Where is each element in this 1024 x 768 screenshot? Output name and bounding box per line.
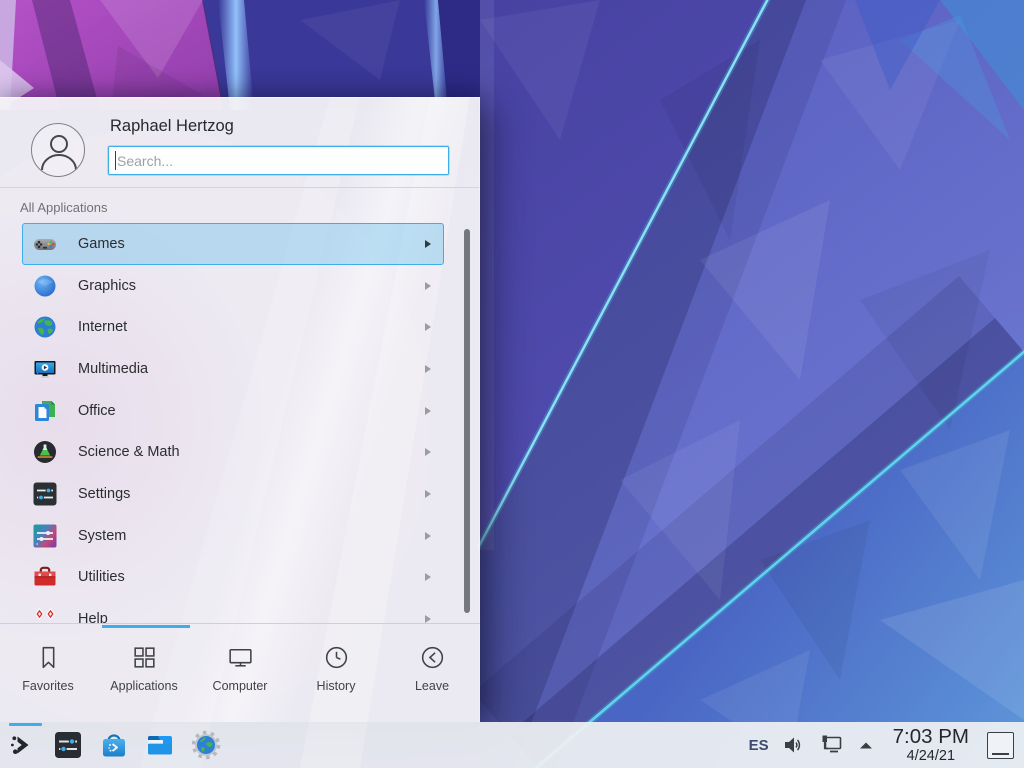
submenu-arrow-icon bbox=[425, 407, 431, 415]
taskbar-app-system-settings[interactable] bbox=[50, 726, 86, 764]
user-avatar[interactable] bbox=[31, 123, 85, 177]
category-label: Games bbox=[78, 236, 125, 252]
submenu-arrow-icon bbox=[425, 365, 431, 373]
tab-icon bbox=[322, 643, 351, 672]
category-icon bbox=[32, 606, 58, 623]
taskbar-apps bbox=[4, 726, 234, 764]
category-item-multimedia[interactable]: Multimedia bbox=[22, 348, 444, 390]
category-item-science-math[interactable]: Science & Math bbox=[22, 431, 444, 473]
active-tab-indicator bbox=[102, 625, 190, 628]
tab-label: Computer bbox=[213, 679, 268, 693]
launcher-footer: Favorites Applications Computer History … bbox=[0, 623, 480, 722]
taskbar-app-application-launcher[interactable] bbox=[4, 726, 40, 764]
tab-icon bbox=[130, 643, 159, 672]
category-icon bbox=[32, 523, 58, 549]
category-icon bbox=[32, 398, 58, 424]
tab-label: Applications bbox=[110, 679, 177, 693]
tab-label: Leave bbox=[415, 679, 449, 693]
tab-history[interactable]: History bbox=[288, 643, 384, 722]
category-icon bbox=[32, 356, 58, 382]
category-label: Settings bbox=[78, 486, 130, 502]
taskbar: ES 7:03 PM 4/24/21 bbox=[0, 722, 1024, 768]
category-icon bbox=[32, 314, 58, 340]
section-label: All Applications bbox=[20, 200, 107, 215]
category-item-internet[interactable]: Internet bbox=[22, 306, 444, 348]
submenu-arrow-icon bbox=[425, 532, 431, 540]
category-label: Science & Math bbox=[78, 444, 180, 460]
clock-time: 7:03 PM bbox=[893, 727, 969, 748]
list-scrollbar[interactable] bbox=[464, 229, 470, 613]
category-item-settings[interactable]: Settings bbox=[22, 473, 444, 515]
digital-clock[interactable]: 7:03 PM 4/24/21 bbox=[893, 727, 969, 764]
network-icon[interactable] bbox=[819, 735, 843, 755]
footer-tabs: Favorites Applications Computer History … bbox=[0, 624, 480, 722]
tab-leave[interactable]: Leave bbox=[384, 643, 480, 722]
category-label: Internet bbox=[78, 319, 127, 335]
submenu-arrow-icon bbox=[425, 282, 431, 290]
submenu-arrow-icon bbox=[425, 240, 431, 248]
taskbar-app-icon bbox=[53, 730, 83, 760]
category-label: System bbox=[78, 528, 126, 544]
category-label: Graphics bbox=[78, 278, 136, 294]
taskbar-app-web-browser[interactable] bbox=[188, 726, 224, 764]
category-item-utilities[interactable]: Utilities bbox=[22, 557, 444, 599]
tab-label: Favorites bbox=[22, 679, 73, 693]
category-icon bbox=[32, 439, 58, 465]
taskbar-app-icon bbox=[99, 730, 129, 760]
category-label: Office bbox=[78, 403, 116, 419]
taskbar-app-file-manager[interactable] bbox=[142, 726, 178, 764]
keyboard-layout-indicator[interactable]: ES bbox=[749, 737, 769, 754]
tab-computer[interactable]: Computer bbox=[192, 643, 288, 722]
tab-icon bbox=[418, 643, 447, 672]
tab-label: History bbox=[317, 679, 356, 693]
volume-icon[interactable] bbox=[783, 735, 805, 755]
category-label: Multimedia bbox=[78, 361, 148, 377]
submenu-arrow-icon bbox=[425, 573, 431, 581]
tab-icon bbox=[34, 643, 63, 672]
header-divider bbox=[0, 187, 479, 188]
category-label: Help bbox=[78, 611, 108, 623]
text-cursor bbox=[115, 151, 116, 170]
application-launcher-popup: Raphael Hertzog All Applications Games G… bbox=[0, 97, 480, 722]
submenu-arrow-icon bbox=[425, 323, 431, 331]
taskbar-app-icon bbox=[191, 730, 221, 760]
submenu-arrow-icon bbox=[425, 448, 431, 456]
submenu-arrow-icon bbox=[425, 490, 431, 498]
system-tray: ES 7:03 PM 4/24/21 bbox=[749, 727, 1016, 764]
user-name: Raphael Hertzog bbox=[110, 117, 234, 136]
category-item-games[interactable]: Games bbox=[22, 223, 444, 265]
application-list: Games Graphics Internet Multimedia Offic… bbox=[0, 223, 480, 623]
tab-favorites[interactable]: Favorites bbox=[0, 643, 96, 722]
clock-date: 4/24/21 bbox=[893, 749, 969, 764]
desktop: Raphael Hertzog All Applications Games G… bbox=[0, 0, 1024, 768]
tab-icon bbox=[226, 643, 255, 672]
user-icon bbox=[32, 124, 85, 177]
show-desktop-button[interactable] bbox=[987, 732, 1014, 759]
taskbar-app-icon bbox=[7, 730, 37, 760]
category-icon bbox=[32, 481, 58, 507]
category-item-office[interactable]: Office bbox=[22, 390, 444, 432]
category-item-help[interactable]: Help bbox=[22, 598, 444, 623]
submenu-arrow-icon bbox=[425, 615, 431, 623]
taskbar-app-discover[interactable] bbox=[96, 726, 132, 764]
expand-tray-caret-icon[interactable] bbox=[857, 739, 875, 751]
search-input[interactable] bbox=[108, 146, 449, 175]
category-icon bbox=[32, 231, 58, 257]
category-label: Utilities bbox=[78, 569, 125, 585]
category-icon bbox=[32, 273, 58, 299]
category-item-system[interactable]: System bbox=[22, 515, 444, 557]
category-icon bbox=[32, 564, 58, 590]
category-item-graphics[interactable]: Graphics bbox=[22, 265, 444, 307]
taskbar-app-icon bbox=[145, 730, 175, 760]
tab-applications[interactable]: Applications bbox=[96, 643, 192, 722]
